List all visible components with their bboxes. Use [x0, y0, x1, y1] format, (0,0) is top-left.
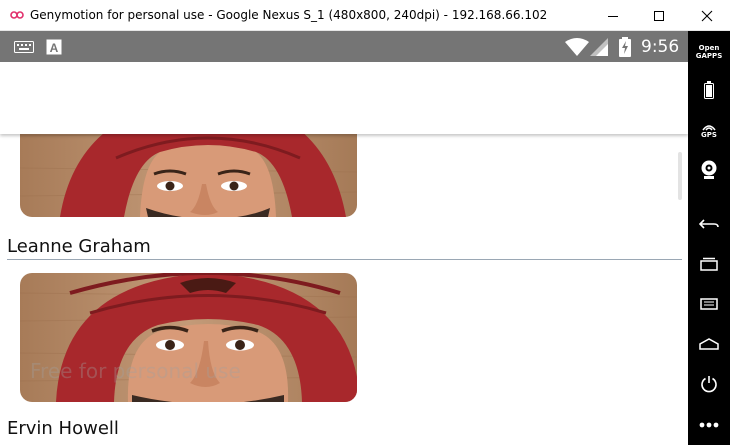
home-button[interactable]	[688, 331, 730, 357]
genymotion-logo-icon	[9, 7, 25, 23]
app-toolbar	[0, 62, 688, 134]
open-gapps-button[interactable]: Open GAPPS	[688, 39, 730, 65]
keyboard-icon	[14, 31, 34, 62]
signal-icon	[590, 31, 608, 62]
battery-icon	[704, 81, 714, 99]
gps-button[interactable]: GPS	[688, 117, 730, 143]
open-gapps-label: Open	[698, 44, 720, 52]
profile-photo[interactable]	[20, 134, 357, 217]
gps-signal-icon	[702, 124, 716, 130]
back-button[interactable]	[688, 211, 730, 237]
app-screen: Leanne Graham Ervin Howell	[0, 62, 688, 445]
battery-button[interactable]	[688, 77, 730, 103]
recent-apps-icon	[700, 257, 718, 271]
user-name[interactable]: Leanne Graham	[7, 236, 151, 257]
webcam-icon	[701, 160, 717, 179]
home-icon	[699, 338, 719, 350]
status-clock: 9:56	[641, 37, 680, 57]
window-title: Genymotion for personal use - Google Nex…	[30, 8, 548, 22]
power-icon	[701, 376, 717, 393]
watermark: Free for personal use	[30, 359, 241, 383]
a-icon: A	[46, 31, 62, 62]
svg-text:A: A	[50, 41, 59, 55]
close-icon	[701, 10, 713, 21]
maximize-button[interactable]	[636, 0, 682, 31]
window-titlebar: Genymotion for personal use - Google Nex…	[0, 0, 730, 31]
more-icon	[699, 422, 719, 428]
back-icon	[699, 219, 719, 229]
gps-label: GPS	[701, 130, 717, 139]
webcam-button[interactable]	[688, 157, 730, 183]
close-button[interactable]	[684, 0, 730, 31]
list-divider	[7, 259, 682, 260]
minimize-button[interactable]	[590, 0, 636, 31]
minimize-icon	[608, 15, 618, 17]
user-name[interactable]: Ervin Howell	[7, 418, 119, 439]
open-gapps-label: GAPPS	[695, 52, 723, 60]
battery-icon	[619, 31, 631, 62]
more-button[interactable]	[688, 412, 730, 438]
wifi-icon	[565, 31, 589, 62]
android-status-bar: A 9:56	[0, 31, 688, 62]
menu-button[interactable]	[688, 291, 730, 317]
scrollbar-thumb[interactable]	[678, 152, 682, 200]
menu-icon	[700, 298, 718, 310]
user-list[interactable]: Leanne Graham Ervin Howell	[0, 134, 688, 445]
recent-apps-button[interactable]	[688, 251, 730, 277]
power-button[interactable]	[688, 371, 730, 397]
maximize-icon	[654, 10, 664, 21]
genymotion-toolbar: Open GAPPS GPS	[688, 31, 730, 445]
